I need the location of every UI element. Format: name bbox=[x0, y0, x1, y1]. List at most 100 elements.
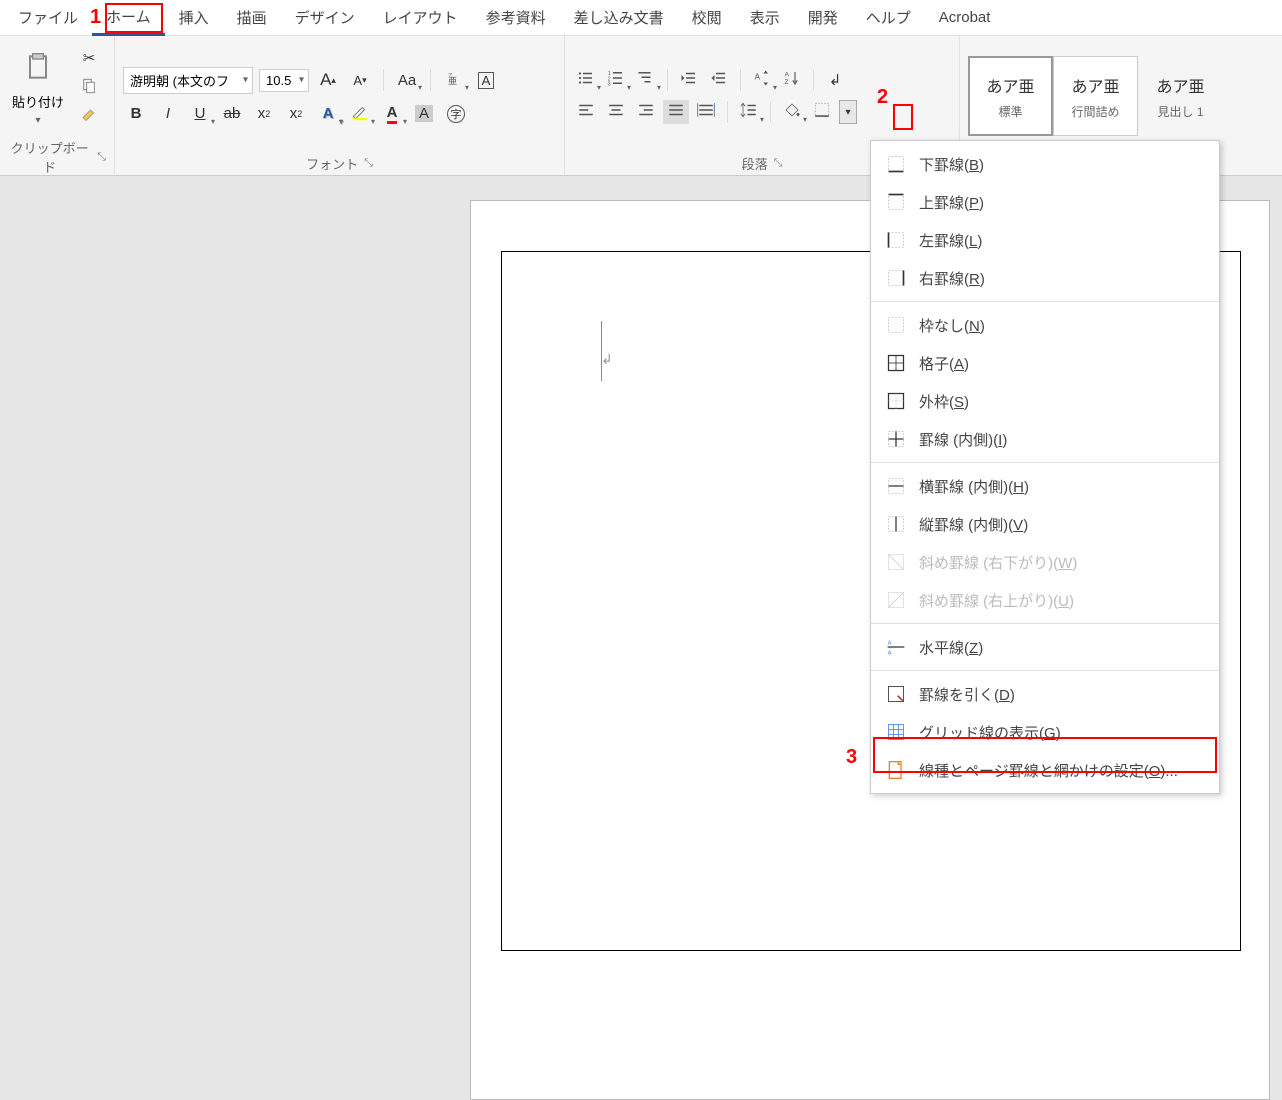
indent-icon bbox=[710, 69, 728, 91]
grow-font-button[interactable]: A▴ bbox=[315, 68, 341, 92]
menu-label: 罫線 (内側)(I) bbox=[919, 429, 1007, 450]
menu-label: 上罫線(P) bbox=[919, 192, 984, 213]
top-border-icon bbox=[885, 191, 907, 213]
inside-v-icon bbox=[885, 513, 907, 535]
align-center-button[interactable] bbox=[603, 100, 629, 124]
format-painter-button[interactable] bbox=[76, 106, 102, 130]
right-border-icon bbox=[885, 267, 907, 289]
clipboard-launcher-icon[interactable]: ⤡ bbox=[97, 151, 106, 164]
underline-button[interactable]: U bbox=[187, 102, 213, 126]
tab-mailings[interactable]: 差し込み文書 bbox=[560, 1, 678, 34]
phonetic-guide-button[interactable]: ア亜 bbox=[441, 68, 467, 92]
menu-draw-border[interactable]: 罫線を引く(D) bbox=[871, 675, 1219, 713]
enclose-circle-button[interactable]: 字 bbox=[443, 102, 469, 126]
menu-outside-borders[interactable]: 外枠(S) bbox=[871, 382, 1219, 420]
menu-bottom-border[interactable]: 下罫線(B) bbox=[871, 145, 1219, 183]
copy-button[interactable] bbox=[76, 76, 102, 100]
menu-inside-borders[interactable]: 罫線 (内側)(I) bbox=[871, 420, 1219, 458]
menu-label: 縦罫線 (内側)(V) bbox=[919, 514, 1028, 535]
style-heading1[interactable]: あア亜 見出し 1 bbox=[1138, 56, 1223, 136]
change-case-button[interactable]: Aa bbox=[394, 68, 420, 92]
tab-help[interactable]: ヘルプ bbox=[852, 1, 925, 34]
align-distributed-button[interactable] bbox=[693, 100, 719, 124]
tab-references[interactable]: 参考資料 bbox=[472, 1, 560, 34]
sort-button[interactable]: AZ bbox=[779, 68, 805, 92]
bold-button[interactable]: B bbox=[123, 102, 149, 126]
align-right-button[interactable] bbox=[633, 100, 659, 124]
font-color-button[interactable]: A bbox=[379, 102, 405, 126]
align-distributed-icon bbox=[697, 101, 715, 123]
superscript-button[interactable]: x2 bbox=[283, 102, 309, 126]
group-label-clipboard: クリップボード bbox=[8, 138, 91, 176]
decrease-indent-button[interactable] bbox=[676, 68, 702, 92]
numbering-button[interactable]: 123 bbox=[603, 68, 629, 92]
font-name-value: 游明朝 (本文のフ bbox=[130, 74, 229, 89]
strikethrough-button[interactable]: ab bbox=[219, 102, 245, 126]
sort-icon: AZ bbox=[783, 69, 801, 91]
bullets-button[interactable] bbox=[573, 68, 599, 92]
diag-down-icon bbox=[885, 551, 907, 573]
text-effects-button[interactable]: A bbox=[315, 102, 341, 126]
paste-button[interactable]: 貼り付け ▾ bbox=[8, 47, 68, 130]
tab-review[interactable]: 校閲 bbox=[678, 1, 736, 34]
align-justify-icon bbox=[667, 101, 685, 123]
style-normal[interactable]: あア亜 標準 bbox=[968, 56, 1053, 136]
tab-file[interactable]: ファイル bbox=[4, 1, 92, 34]
annotation-3: 3 bbox=[846, 746, 857, 769]
menu-all-borders[interactable]: 格子(A) bbox=[871, 344, 1219, 382]
text-direction-button[interactable]: A bbox=[749, 68, 775, 92]
paste-label: 貼り付け bbox=[12, 92, 64, 111]
style-preview: あア亜 bbox=[986, 73, 1034, 97]
style-no-spacing[interactable]: あア亜 行間詰め bbox=[1053, 56, 1138, 136]
increase-indent-button[interactable] bbox=[706, 68, 732, 92]
tab-view[interactable]: 表示 bbox=[736, 1, 794, 34]
tab-developer[interactable]: 開発 bbox=[794, 1, 852, 34]
shading-button[interactable] bbox=[779, 100, 805, 124]
align-justify-button[interactable] bbox=[663, 100, 689, 124]
highlight-button[interactable] bbox=[347, 102, 373, 126]
line-spacing-button[interactable] bbox=[736, 100, 762, 124]
tab-layout[interactable]: レイアウト bbox=[369, 1, 472, 34]
cut-button[interactable]: ✂ bbox=[76, 46, 102, 70]
font-size-select[interactable]: 10.5▾ bbox=[259, 69, 309, 92]
show-marks-button[interactable]: ↲ bbox=[822, 68, 848, 92]
font-name-select[interactable]: 游明朝 (本文のフ▾ bbox=[123, 67, 253, 94]
character-shading-button[interactable]: A bbox=[411, 102, 437, 126]
tab-draw[interactable]: 描画 bbox=[223, 1, 281, 34]
shrink-font-button[interactable]: A▾ bbox=[347, 68, 373, 92]
multilevel-icon bbox=[637, 69, 655, 91]
font-size-value: 10.5 bbox=[266, 73, 291, 88]
menu-inside-vertical[interactable]: 縦罫線 (内側)(V) bbox=[871, 505, 1219, 543]
menu-label: 斜め罫線 (右下がり)(W) bbox=[919, 552, 1077, 573]
brush-icon bbox=[80, 107, 98, 129]
svg-text:A: A bbox=[888, 641, 892, 647]
font-launcher-icon[interactable]: ⤡ bbox=[364, 157, 373, 170]
menu-borders-and-shading[interactable]: 線種とページ罫線と網かけの設定(O)... bbox=[871, 751, 1219, 789]
paragraph-launcher-icon[interactable]: ⤡ bbox=[774, 157, 783, 170]
ribbon-tabs: ファイル ホーム 挿入 描画 デザイン レイアウト 参考資料 差し込み文書 校閲… bbox=[0, 0, 1282, 36]
align-left-button[interactable] bbox=[573, 100, 599, 124]
tab-insert[interactable]: 挿入 bbox=[165, 1, 223, 34]
subscript-button[interactable]: x2 bbox=[251, 102, 277, 126]
tab-design[interactable]: デザイン bbox=[281, 1, 369, 34]
svg-text:A: A bbox=[888, 651, 892, 657]
menu-view-gridlines[interactable]: グリッド線の表示(G) bbox=[871, 713, 1219, 751]
tab-home[interactable]: ホーム bbox=[92, 0, 165, 36]
tab-acrobat[interactable]: Acrobat bbox=[925, 3, 1005, 32]
borders-button[interactable] bbox=[809, 100, 835, 124]
menu-top-border[interactable]: 上罫線(P) bbox=[871, 183, 1219, 221]
highlighter-icon bbox=[351, 103, 369, 125]
bullets-icon bbox=[577, 69, 595, 91]
menu-left-border[interactable]: 左罫線(L) bbox=[871, 221, 1219, 259]
left-border-icon bbox=[885, 229, 907, 251]
borders-dropdown-button[interactable]: ▾ bbox=[839, 100, 857, 124]
menu-inside-horizontal[interactable]: 横罫線 (内側)(H) bbox=[871, 467, 1219, 505]
menu-no-border[interactable]: 枠なし(N) bbox=[871, 306, 1219, 344]
menu-horizontal-line[interactable]: AA 水平線(Z) bbox=[871, 628, 1219, 666]
menu-right-border[interactable]: 右罫線(R) bbox=[871, 259, 1219, 297]
style-preview: あア亜 bbox=[1156, 73, 1204, 97]
grid-border-icon bbox=[885, 352, 907, 374]
multilevel-button[interactable] bbox=[633, 68, 659, 92]
italic-button[interactable]: I bbox=[155, 102, 181, 126]
enclose-characters-button[interactable]: A bbox=[473, 68, 499, 92]
